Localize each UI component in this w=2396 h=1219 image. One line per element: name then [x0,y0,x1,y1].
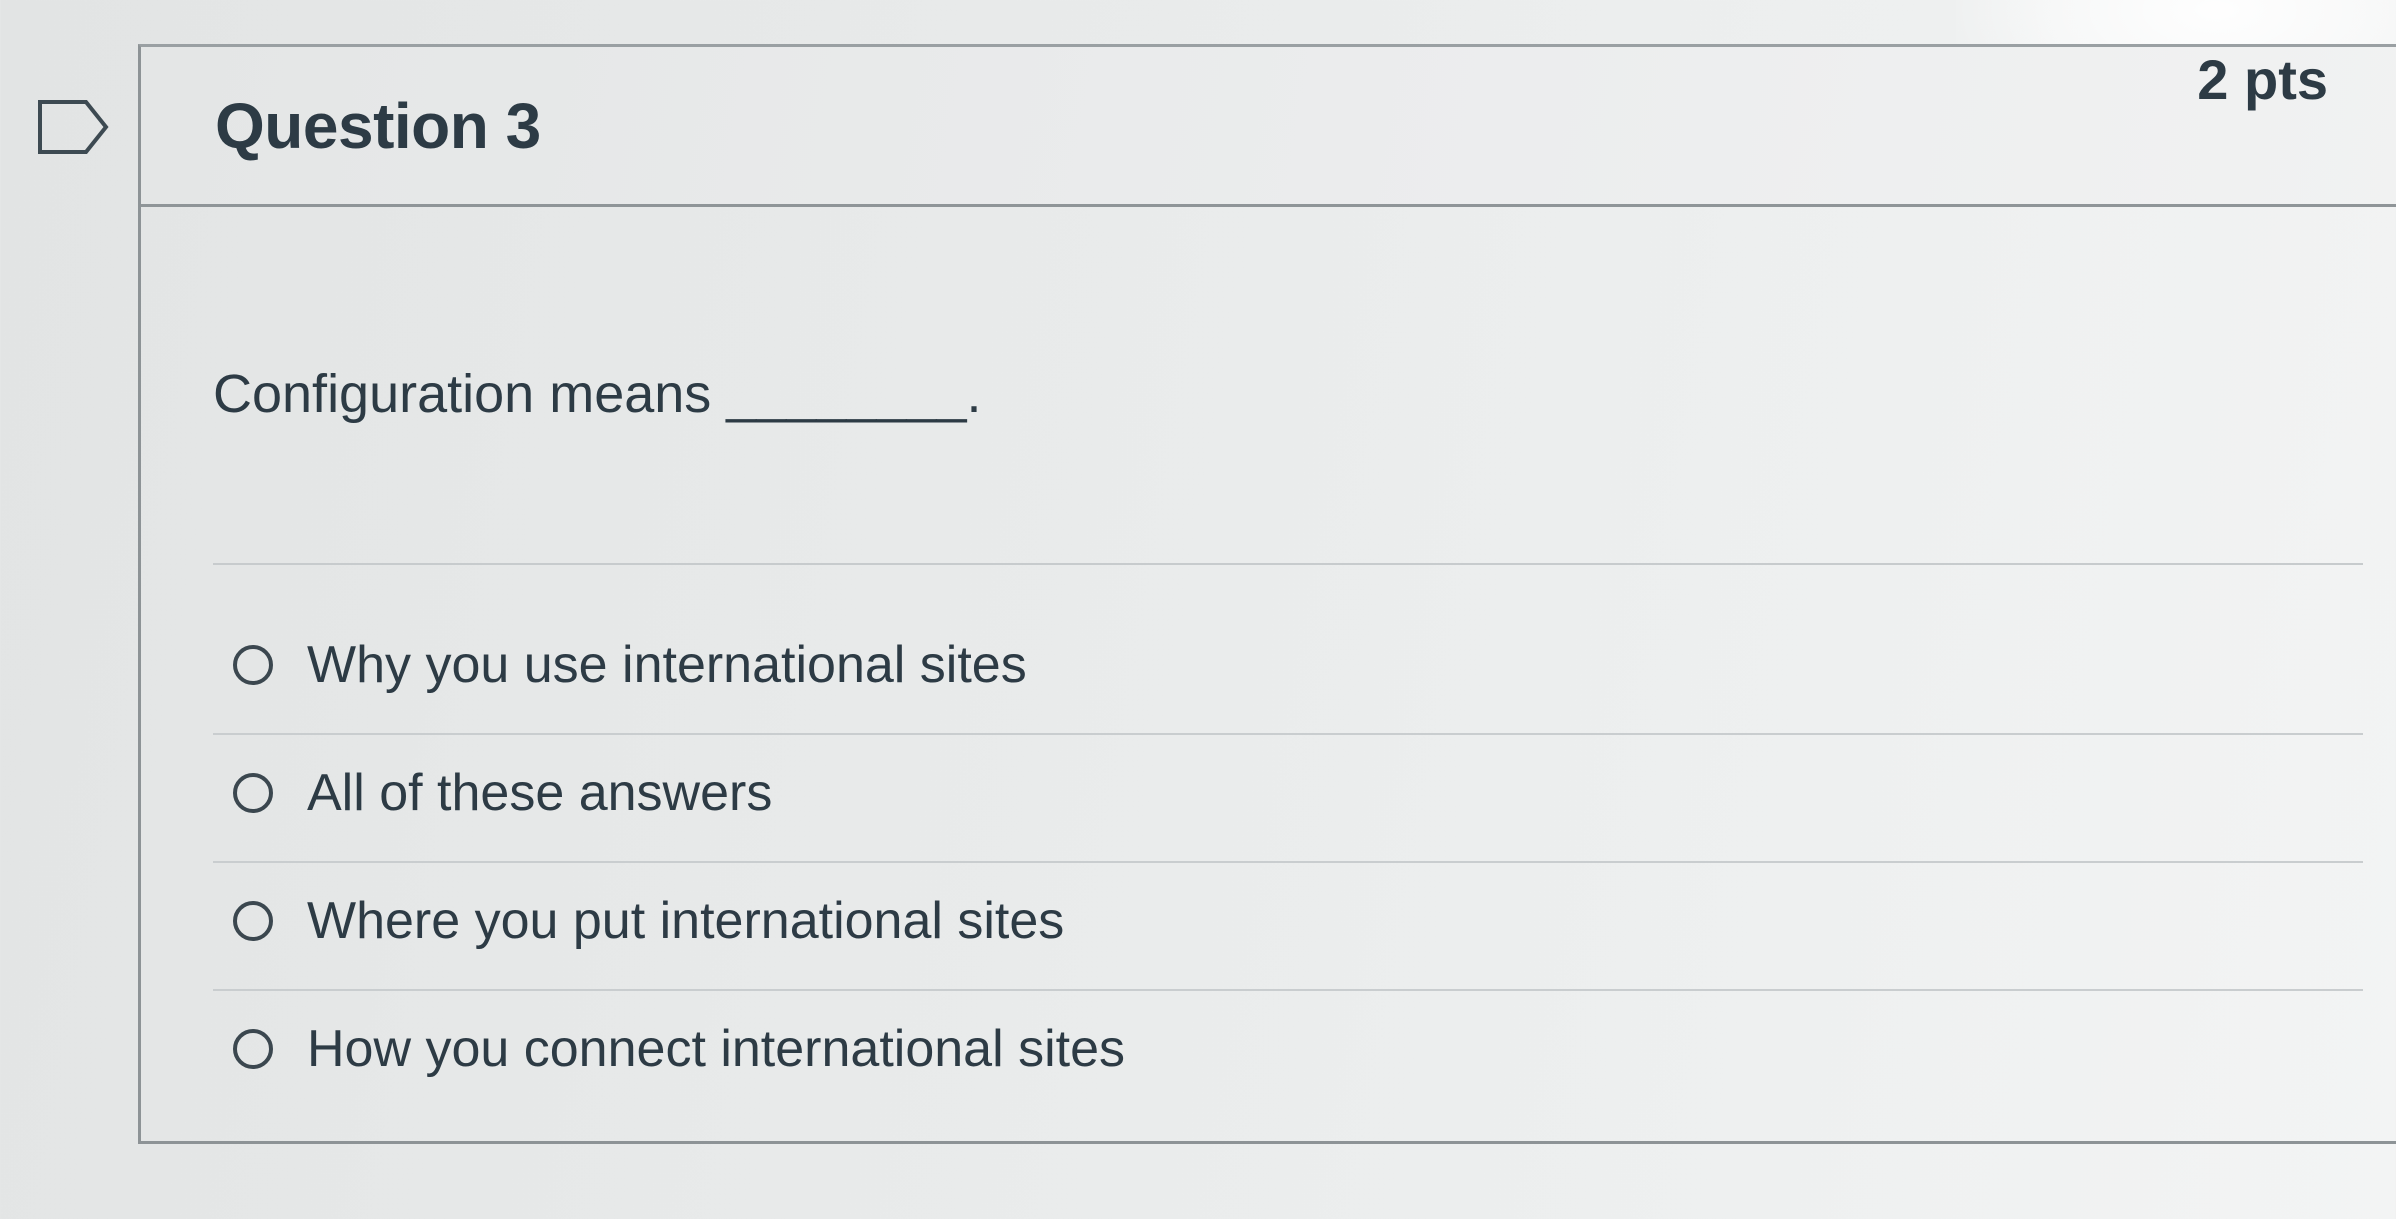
question-header: Question 3 2 pts [141,47,2396,207]
question-text: Configuration means ________. [213,364,982,424]
answer-label[interactable]: How you connect international sites [307,1019,1125,1079]
radio-button[interactable] [233,1029,273,1069]
question-points: 2 pts [2197,48,2328,111]
answer-option[interactable]: Why you use international sites [213,607,2363,735]
answer-label[interactable]: All of these answers [307,763,772,823]
answer-label[interactable]: Where you put international sites [307,891,1064,951]
answer-option[interactable]: All of these answers [213,735,2363,863]
answer-option[interactable]: How you connect international sites [213,991,2363,1119]
radio-button[interactable] [233,645,273,685]
radio-button[interactable] [233,773,273,813]
answer-list: Why you use international sites All of t… [213,607,2363,1119]
question-card: Question 3 2 pts Configuration means ___… [138,44,2396,1144]
radio-button[interactable] [233,901,273,941]
answer-option[interactable]: Where you put international sites [213,863,2363,991]
flag-question-icon[interactable] [36,98,110,156]
answer-label[interactable]: Why you use international sites [307,635,1027,695]
divider [213,563,2363,565]
question-title: Question 3 [215,90,541,162]
